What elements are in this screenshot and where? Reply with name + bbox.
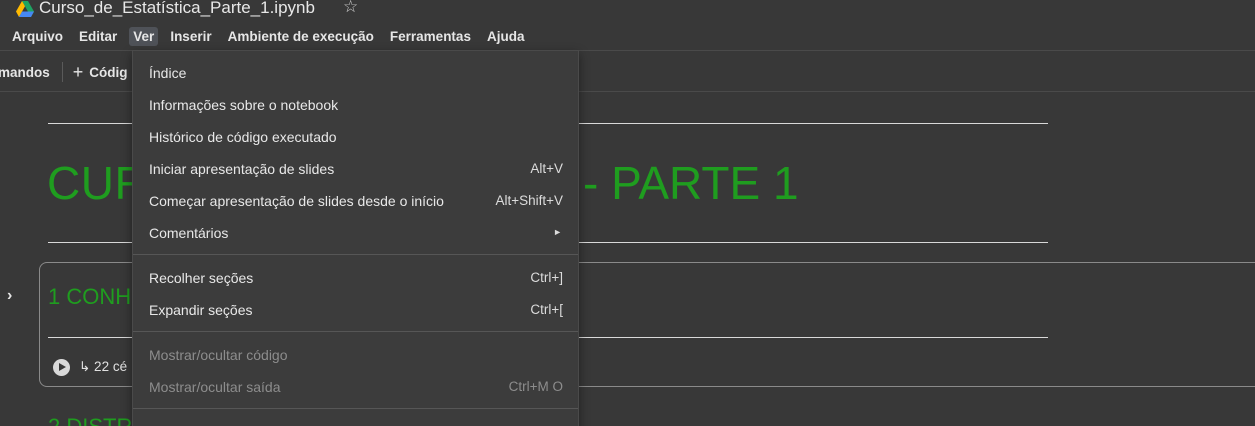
menu-item-label: Começar apresentação de slides desde o i… xyxy=(149,193,444,209)
notebook-title[interactable]: Curso_de_Estatística_Parte_1.ipynb xyxy=(39,0,315,18)
menu-item-comentarios[interactable]: Comentários ► xyxy=(133,217,578,249)
menu-item-mostrar-ocultar-codigo: Mostrar/ocultar código xyxy=(133,339,578,371)
star-icon[interactable]: ☆ xyxy=(343,0,358,17)
hidden-cells-count[interactable]: ↳ 22 cé xyxy=(79,359,127,375)
menu-item-label: Histórico de código executado xyxy=(149,129,337,145)
submenu-arrow-icon: ► xyxy=(553,227,562,237)
toolbar: mandos + Códig xyxy=(0,61,128,83)
section-heading-2: 2 DISTR xyxy=(48,414,132,426)
section-heading-1: 1 CONH xyxy=(48,284,132,309)
menu-separator xyxy=(133,331,578,332)
menu-item-label: Iniciar apresentação de slides xyxy=(149,161,335,177)
menu-item-label: Comentários xyxy=(149,225,229,241)
menu-item-indice[interactable]: Índice xyxy=(133,57,578,89)
menu-item-historico-codigo[interactable]: Histórico de código executado xyxy=(133,121,578,153)
menu-item-shortcut: Alt+Shift+V xyxy=(495,193,563,208)
menu-item-shortcut: Ctrl+[ xyxy=(530,302,563,317)
menu-separator xyxy=(133,408,578,409)
ver-dropdown-menu: Índice Informações sobre o notebook Hist… xyxy=(132,50,579,426)
menu-bar: Arquivo Editar Ver Inserir Ambiente de e… xyxy=(8,25,536,47)
menu-ver[interactable]: Ver xyxy=(129,26,159,46)
menu-ferramentas[interactable]: Ferramentas xyxy=(386,27,475,46)
plus-icon[interactable]: + xyxy=(73,63,84,81)
menu-item-iniciar-slides[interactable]: Iniciar apresentação de slides Alt+V xyxy=(133,153,578,185)
menu-editar[interactable]: Editar xyxy=(75,27,121,46)
menu-item-recolher-secoes[interactable]: Recolher seções Ctrl+] xyxy=(133,262,578,294)
menu-ambiente-de-execucao[interactable]: Ambiente de execução xyxy=(224,27,378,46)
menu-inserir[interactable]: Inserir xyxy=(166,27,215,46)
title-bar: Curso_de_Estatística_Parte_1.ipynb ☆ xyxy=(0,0,1255,20)
menu-item-label: Mostrar/ocultar código xyxy=(149,347,288,363)
chevron-right-icon[interactable]: › xyxy=(7,287,12,305)
menu-item-mostrar-ocultar-saida: Mostrar/ocultar saída Ctrl+M O xyxy=(133,371,578,403)
toolbar-separator xyxy=(61,62,63,82)
colab-page: Curso_de_Estatística_Parte_1.ipynb ☆ Arq… xyxy=(0,0,1255,426)
commands-button[interactable]: mandos xyxy=(0,65,50,80)
menu-item-expandir-secoes[interactable]: Expandir seções Ctrl+[ xyxy=(133,294,578,326)
menu-separator xyxy=(133,254,578,255)
menu-item-shortcut: Alt+V xyxy=(530,161,563,176)
menu-item-shortcut: Ctrl+M O xyxy=(508,379,563,394)
run-section-icon[interactable] xyxy=(53,359,70,376)
menu-arquivo[interactable]: Arquivo xyxy=(8,27,67,46)
menu-item-shortcut: Ctrl+] xyxy=(530,270,563,285)
notebook-heading-right: - PARTE 1 xyxy=(583,157,799,209)
add-code-button[interactable]: Códig xyxy=(89,65,127,80)
menu-item-label: Recolher seções xyxy=(149,270,254,286)
menu-item-label: Expandir seções xyxy=(149,302,253,318)
menu-item-informacoes-notebook[interactable]: Informações sobre o notebook xyxy=(133,89,578,121)
menu-item-label: Mostrar/ocultar saída xyxy=(149,379,281,395)
menu-item-label: Informações sobre o notebook xyxy=(149,97,339,113)
google-drive-icon[interactable] xyxy=(16,1,34,17)
menu-ajuda[interactable]: Ajuda xyxy=(483,27,529,46)
menu-item-label: Índice xyxy=(149,65,187,81)
menu-item-comecar-slides-inicio[interactable]: Começar apresentação de slides desde o i… xyxy=(133,185,578,217)
